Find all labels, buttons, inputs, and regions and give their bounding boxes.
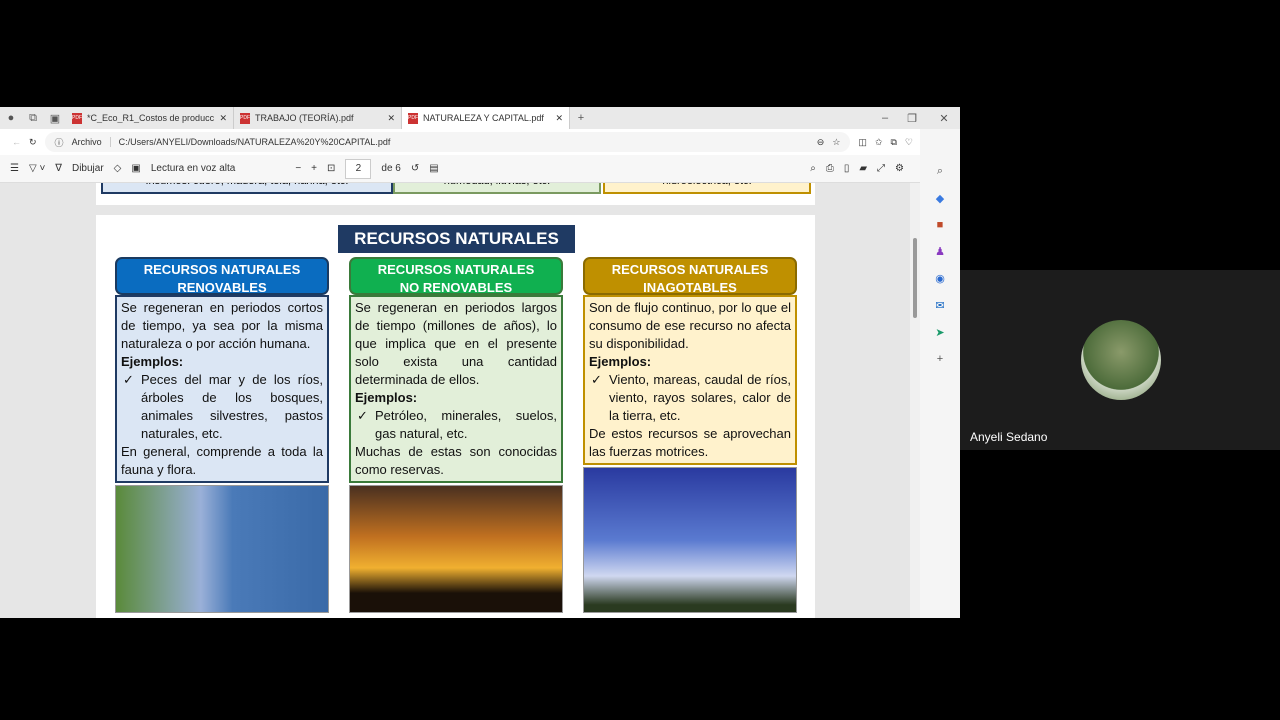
minimize-icon[interactable]: – xyxy=(874,112,896,124)
restore-icon[interactable]: ❐ xyxy=(896,112,928,125)
column-inagotables: RECURSOS NATURALES INAGOTABLES Son de flu… xyxy=(583,257,797,465)
zoom-in-button[interactable]: + xyxy=(311,163,317,174)
eraser-icon[interactable]: ◇ xyxy=(114,163,122,174)
contents-icon[interactable]: ☰ xyxy=(10,163,19,174)
page-count: de 6 xyxy=(381,163,401,174)
url-input[interactable]: ⓘ Archivo C:/Users/ANYELI/Downloads/NATU… xyxy=(44,132,851,152)
outlook-icon[interactable]: ✉ xyxy=(935,299,944,312)
draw-button[interactable]: Dibujar xyxy=(72,163,104,174)
fit-page-icon[interactable]: ⊡ xyxy=(327,163,335,174)
participant-video-tile: Anyeli Sedano xyxy=(960,270,1280,450)
edge-sidebar: ⌕ ◆ ■ ♟ ◉ ✉ ➤ + xyxy=(920,129,960,618)
close-icon[interactable]: ✕ xyxy=(219,113,227,124)
previous-page: Insumos: cuero, madera, tela, harina, et… xyxy=(96,183,815,205)
send-icon[interactable]: ➤ xyxy=(935,326,944,339)
doc-title: RECURSOS NATURALES xyxy=(338,225,575,253)
pdf-viewport: Insumos: cuero, madera, tela, harina, et… xyxy=(0,183,920,618)
address-bar: ← ↻ ⓘ Archivo C:/Users/ANYELI/Downloads/… xyxy=(0,129,960,155)
draw-icon[interactable]: ∇ xyxy=(55,163,62,174)
participant-name: Anyeli Sedano xyxy=(970,430,1048,444)
refresh-icon[interactable]: ↻ xyxy=(29,137,37,148)
zoom-out-button[interactable]: − xyxy=(295,163,301,174)
search-icon[interactable]: ⌕ xyxy=(810,163,816,174)
print-icon[interactable]: ⎙ xyxy=(826,163,834,174)
highlight-icon[interactable]: ▽ ˅ xyxy=(29,163,45,174)
read-aloud-icon[interactable]: ▣ xyxy=(131,163,140,174)
pdf-toolbar: ☰ ▽ ˅ ∇ Dibujar ◇ ▣ Lectura en voz alta … xyxy=(0,155,960,183)
vertical-scrollbar[interactable] xyxy=(910,183,920,618)
browser-window: ● ⧉ ▣ PDF *C_Eco_R1_Costos de producción ✕… xyxy=(0,107,960,618)
profile-icon[interactable]: ● xyxy=(0,112,22,124)
add-icon[interactable]: + xyxy=(937,353,943,365)
rotate-icon[interactable]: ↺ xyxy=(411,163,419,174)
collections-icon[interactable]: ⧉ xyxy=(22,112,44,125)
column-renovables: RECURSOS NATURALES RENOVABLES Se regenera… xyxy=(115,257,329,483)
pdf-icon: PDF xyxy=(240,112,250,124)
collections-icon[interactable]: ⧉ xyxy=(890,137,896,148)
close-icon[interactable]: ✕ xyxy=(387,113,395,124)
favorites-icon[interactable]: ✩ xyxy=(875,137,883,148)
tools-icon[interactable]: ■ xyxy=(937,219,944,231)
back-icon[interactable]: ← xyxy=(12,137,21,147)
extensions-icon[interactable]: ♡ xyxy=(905,137,913,148)
office-icon[interactable]: ◉ xyxy=(935,272,945,285)
split-screen-icon[interactable]: ◫ xyxy=(858,137,867,148)
read-aloud-button[interactable]: Lectura en voz alta xyxy=(151,163,236,174)
column-no-renovables: RECURSOS NATURALES NO RENOVABLES Se regen… xyxy=(349,257,563,483)
save-as-icon[interactable]: ▰ xyxy=(859,163,867,174)
shopping-icon[interactable]: ◆ xyxy=(936,192,944,205)
pdf-icon: PDF xyxy=(408,112,418,124)
fullscreen-icon[interactable]: ⤢ xyxy=(877,163,885,174)
zoom-icon[interactable]: ⊖ xyxy=(817,137,825,148)
current-page: RECURSOS NATURALES RECURSOS NATURALES REN… xyxy=(96,215,815,618)
page-view-icon[interactable]: ▤ xyxy=(429,163,438,174)
pdf-icon: PDF xyxy=(72,112,82,124)
settings-icon[interactable]: ⚙ xyxy=(895,163,904,174)
close-icon[interactable]: ✕ xyxy=(555,113,563,124)
tab-bar: ● ⧉ ▣ PDF *C_Eco_R1_Costos de producción ✕… xyxy=(0,107,960,129)
wind-turbines-image xyxy=(583,467,797,613)
tab-trabajo[interactable]: PDF TRABAJO (TEORÍA).pdf ✕ xyxy=(234,107,402,129)
new-tab-icon[interactable]: + xyxy=(570,112,592,124)
info-icon: ⓘ xyxy=(54,137,64,148)
tab-naturaleza[interactable]: PDF NATURALEZA Y CAPITAL.pdf ✕ xyxy=(402,107,570,129)
avatar xyxy=(1081,320,1161,400)
tab-actions-icon[interactable]: ▣ xyxy=(44,112,66,125)
page-number-input[interactable]: 2 xyxy=(345,158,372,179)
search-icon[interactable]: ⌕ xyxy=(937,165,943,178)
tab-costos[interactable]: PDF *C_Eco_R1_Costos de producción ✕ xyxy=(66,107,234,129)
favorite-icon[interactable]: ☆ xyxy=(832,137,840,148)
oil-pumps-image xyxy=(349,485,563,613)
window-close-icon[interactable]: ✕ xyxy=(928,112,960,125)
save-icon[interactable]: ▯ xyxy=(844,163,850,174)
flora-fauna-image xyxy=(115,485,329,613)
games-icon[interactable]: ♟ xyxy=(935,245,945,258)
